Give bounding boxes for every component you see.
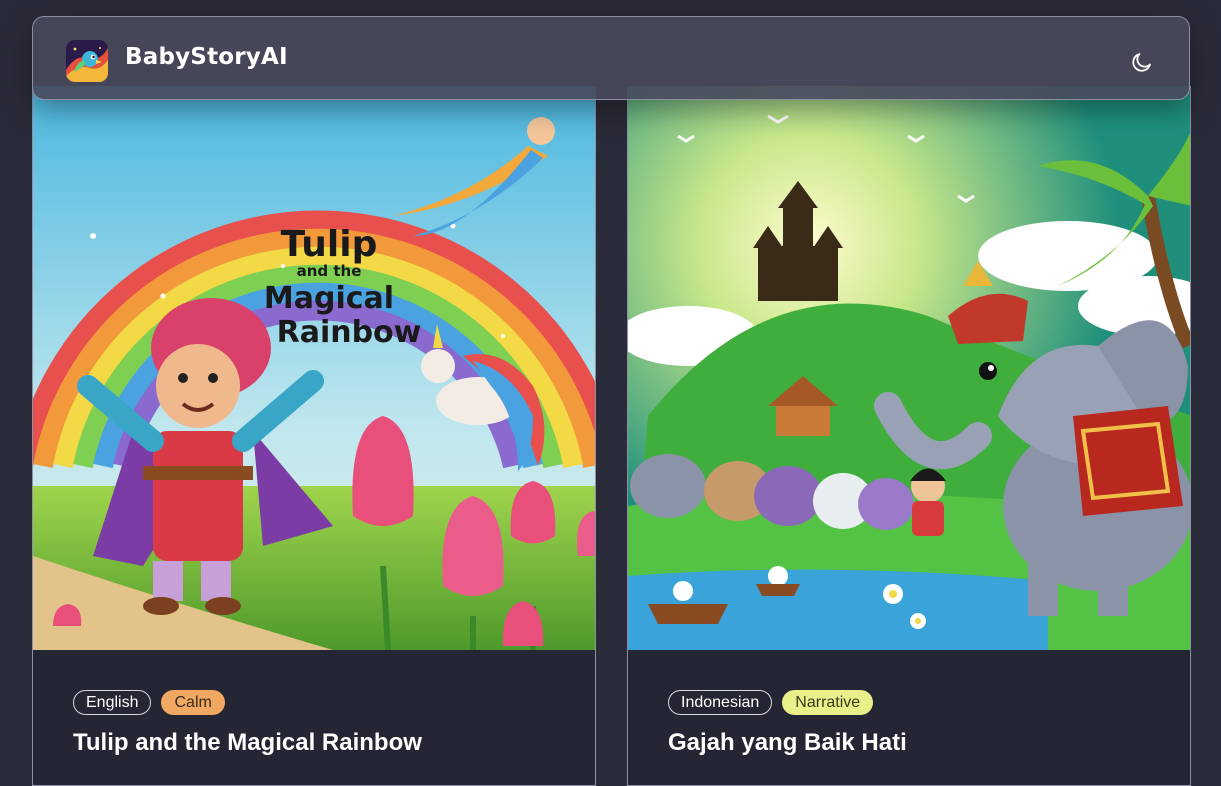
story-tags: English Calm <box>73 690 225 715</box>
moon-icon <box>1132 53 1151 72</box>
language-tag[interactable]: English <box>73 690 152 715</box>
cover-title-line: Tulip <box>281 224 378 265</box>
top-navbar: BabyStoryAI <box>32 16 1190 100</box>
cover-title-line: Rainbow <box>277 315 422 350</box>
theme-toggle-button[interactable] <box>1127 47 1157 77</box>
brand-name[interactable]: BabyStoryAI <box>125 44 288 70</box>
story-tags: Indonesian Narrative <box>668 690 874 715</box>
story-title[interactable]: Gajah yang Baik Hati <box>668 729 907 757</box>
cover-title-line: Magical <box>264 281 394 316</box>
story-card[interactable]: Tulip and the Magical Rainbow English Ca… <box>32 86 596 786</box>
story-card[interactable]: Indonesian Narrative Gajah yang Baik Hat… <box>627 86 1191 786</box>
parrot-logo-icon[interactable] <box>66 40 108 82</box>
mood-tag[interactable]: Narrative <box>782 690 874 715</box>
mood-tag[interactable]: Calm <box>161 690 225 715</box>
story-cover-image[interactable] <box>628 86 1191 650</box>
story-title[interactable]: Tulip and the Magical Rainbow <box>73 729 422 757</box>
story-cover-image[interactable]: Tulip and the Magical Rainbow <box>33 86 596 650</box>
cover-title-line: and the <box>297 262 362 280</box>
language-tag[interactable]: Indonesian <box>668 690 773 715</box>
